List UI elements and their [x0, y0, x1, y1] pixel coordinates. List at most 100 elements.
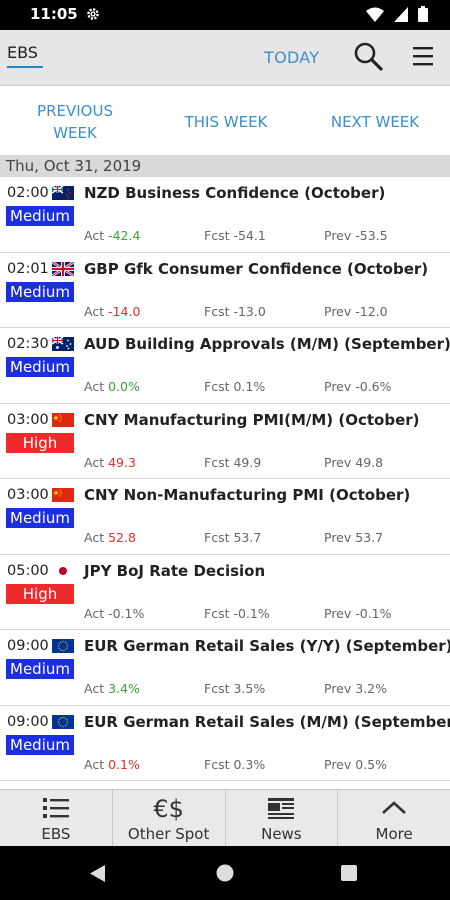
au-flag-icon [52, 337, 74, 351]
event-row[interactable]: 09:00 Medium EUR German Retail Sales (Y/… [0, 630, 450, 706]
nav-other-spot-label: Other Spot [127, 825, 210, 843]
nav-news[interactable]: News [226, 790, 339, 846]
tab-this-week[interactable]: THIS WEEK [170, 111, 282, 133]
impact-badge: Medium [6, 206, 74, 226]
event-actual: Act 52.8 [84, 530, 136, 545]
impact-badge: Medium [6, 508, 74, 528]
actual-label: Act [84, 228, 105, 243]
back-icon[interactable] [90, 865, 106, 882]
nav-other-spot[interactable]: €$ Other Spot [113, 790, 226, 846]
event-actual: Act 0.1% [84, 757, 140, 772]
cn-flag-icon [52, 412, 74, 427]
event-time: 02:00 [7, 185, 49, 201]
event-forecast: Fcst -0.1% [204, 605, 270, 621]
chevron-up-icon [382, 801, 406, 814]
event-forecast: Fcst 53.7 [204, 530, 262, 545]
tab-previous-week[interactable]: PREVIOUS WEEK [20, 100, 130, 144]
event-row[interactable]: 09:00 Medium EUR German Retail Sales (M/… [0, 706, 450, 781]
event-row[interactable]: 02:00 Medium NZD Business Confidence (Oc… [0, 177, 450, 253]
actual-value: -0.1% [108, 605, 145, 621]
actual-value: 49.3 [108, 454, 136, 470]
cn-flag-icon [52, 488, 74, 502]
event-title: JPY BoJ Rate Decision [84, 561, 266, 580]
app-bar: EBS TODAY [0, 30, 450, 86]
event-actual: Act 0.0% [84, 379, 140, 394]
event-time: 09:00 [7, 713, 49, 730]
event-title: GBP Gfk Consumer Confidence (October) [84, 259, 429, 278]
actual-value: 0.0% [108, 379, 140, 394]
event-previous: Prev -0.1% [324, 605, 392, 621]
actual-value: -42.4 [108, 228, 141, 243]
actual-value: 0.1% [108, 756, 140, 772]
home-icon[interactable] [216, 864, 234, 882]
nav-more-label: More [375, 825, 413, 843]
event-row[interactable]: 05:00 High JPY BoJ Rate Decision Act -0.… [0, 555, 450, 630]
search-icon[interactable] [352, 40, 384, 72]
tab-previous-week-line1: PREVIOUS [37, 102, 113, 120]
event-row[interactable]: 02:01 Medium GBP Gfk Consumer Confidence… [0, 253, 450, 328]
nav-news-label: News [261, 825, 302, 843]
actual-label: Act [84, 379, 105, 394]
title-underline [7, 66, 43, 68]
event-previous: Prev 49.8 [324, 454, 384, 470]
event-time: 09:00 [7, 638, 49, 654]
event-forecast: Fcst -13.0 [204, 303, 266, 319]
event-title: EUR German Retail Sales (Y/Y) (September… [84, 637, 450, 655]
event-time: 03:00 [7, 411, 49, 428]
wifi-icon [366, 7, 384, 22]
actual-label: Act [84, 454, 105, 470]
event-actual: Act -42.4 [84, 228, 140, 243]
impact-badge: High [6, 432, 74, 453]
event-row[interactable]: 03:00 Medium CNY Non-Manufacturing PMI (… [0, 479, 450, 555]
euro-dollar-icon: €$ [153, 795, 184, 823]
event-time: 02:01 [7, 260, 49, 277]
hamburger-menu-icon[interactable] [410, 43, 436, 69]
actual-value: 52.8 [108, 530, 136, 545]
event-row[interactable]: 02:30 Medium AUD Building Approvals (M/M… [0, 328, 450, 404]
event-forecast: Fcst 0.1% [204, 379, 266, 394]
tab-previous-week-line2: WEEK [53, 124, 97, 142]
impact-badge: Medium [6, 357, 74, 377]
jp-flag-icon [52, 563, 74, 578]
events-list[interactable]: 02:00 Medium NZD Business Confidence (Oc… [0, 177, 450, 788]
event-title: AUD Building Approvals (M/M) (September) [84, 335, 450, 353]
nav-ebs-label: EBS [41, 825, 71, 843]
tab-next-week[interactable]: NEXT WEEK [320, 111, 430, 133]
nav-more[interactable]: More [338, 790, 450, 846]
event-title: NZD Business Confidence (October) [84, 184, 386, 202]
actual-value: -14.0 [108, 303, 141, 319]
actual-label: Act [84, 681, 105, 696]
event-actual: Act 3.4% [84, 681, 140, 696]
event-row[interactable]: 03:00 High CNY Manufacturing PMI(M/M) (O… [0, 404, 450, 479]
event-previous: Prev 3.2% [324, 681, 388, 696]
system-nav-bar [0, 846, 450, 900]
actual-label: Act [84, 303, 105, 319]
cell-signal-icon [394, 6, 408, 22]
event-forecast: Fcst 0.3% [204, 756, 266, 772]
impact-badge: Medium [6, 734, 74, 755]
gb-flag-icon [52, 261, 74, 276]
impact-badge: High [6, 583, 74, 604]
event-time: 02:30 [7, 336, 49, 352]
event-forecast: Fcst 3.5% [204, 681, 266, 696]
eu-flag-icon [52, 639, 74, 653]
event-previous: Prev -0.6% [324, 379, 392, 394]
actual-label: Act [84, 756, 105, 772]
event-time: 03:00 [7, 487, 49, 503]
event-title: EUR German Retail Sales (M/M) (September… [84, 712, 450, 731]
impact-badge: Medium [6, 281, 74, 302]
today-button[interactable]: TODAY [264, 48, 319, 67]
actual-label: Act [84, 605, 105, 621]
event-forecast: Fcst -54.1 [204, 228, 266, 243]
event-actual: Act 49.3 [84, 455, 136, 470]
recents-icon[interactable] [341, 865, 357, 881]
actual-label: Act [84, 530, 105, 545]
event-previous: Prev -12.0 [324, 303, 388, 319]
nav-ebs[interactable]: EBS [0, 790, 113, 846]
bottom-nav: EBS €$ Other Spot News More [0, 789, 450, 846]
event-title: CNY Manufacturing PMI(M/M) (October) [84, 410, 420, 429]
event-title: CNY Non-Manufacturing PMI (October) [84, 486, 411, 504]
event-previous: Prev 0.5% [324, 756, 388, 772]
event-previous: Prev -53.5 [324, 228, 388, 243]
week-tabs: PREVIOUS WEEK THIS WEEK NEXT WEEK [0, 87, 450, 155]
